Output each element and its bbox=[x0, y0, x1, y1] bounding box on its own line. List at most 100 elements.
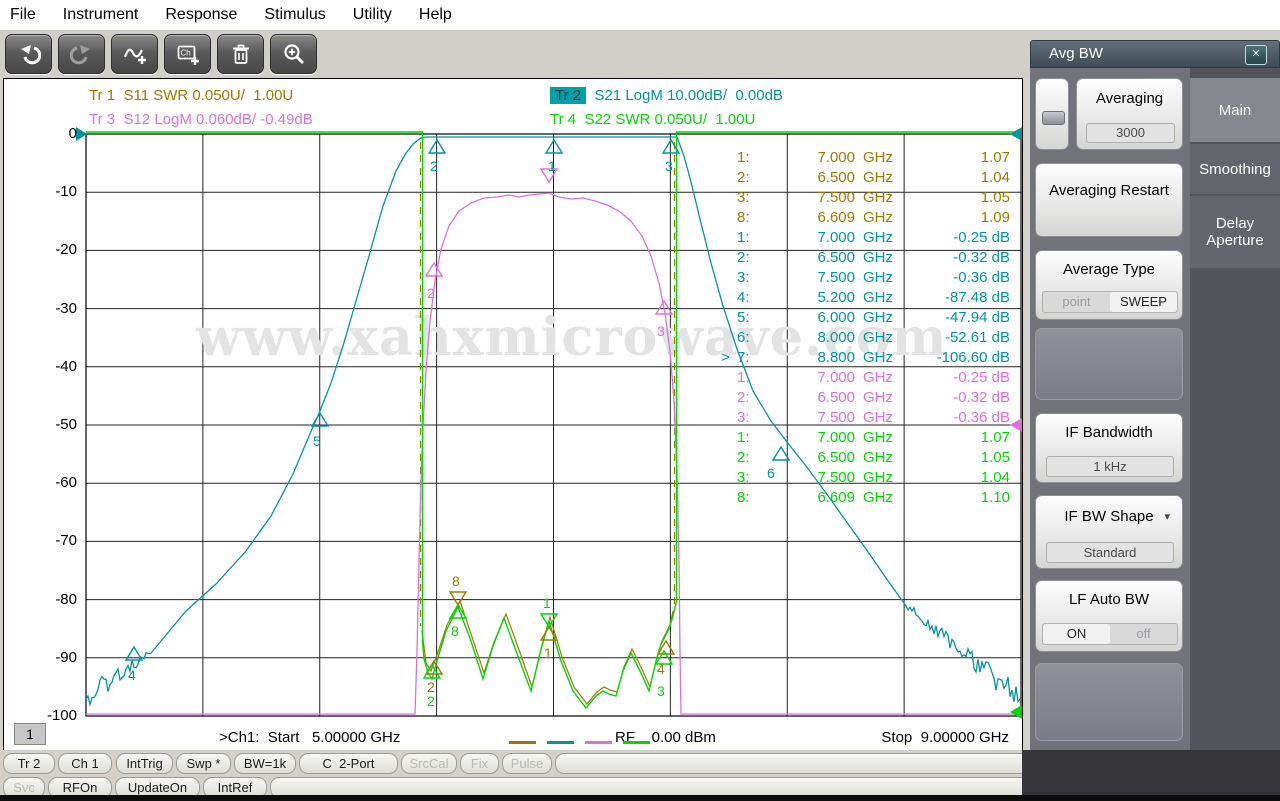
rf-power-label: RF 0.00 dBm bbox=[615, 728, 716, 748]
marker-val: 1.04 bbox=[891, 168, 1010, 188]
marker-number-label: 6 bbox=[767, 463, 775, 483]
averaging-restart-button[interactable]: Averaging Restart bbox=[1035, 163, 1183, 237]
marker-number-label: 4 bbox=[128, 665, 136, 685]
averaging-toggle-button[interactable] bbox=[1035, 78, 1069, 150]
marker-freq: 6.609 bbox=[755, 208, 855, 228]
menu-help[interactable]: Help bbox=[419, 6, 452, 24]
y-axis-tick-label: -20 bbox=[31, 241, 77, 258]
marker-freq: 7.500 bbox=[755, 188, 855, 208]
softkey-tr-2[interactable]: Tr 2 bbox=[3, 753, 55, 774]
measurement-plot-area[interactable]: www.xahxmicrowave.com Tr 1 S11 SWR 0.050… bbox=[3, 78, 1023, 752]
tab-main[interactable]: Main bbox=[1190, 78, 1280, 142]
marker-triangle-2[interactable] bbox=[426, 263, 442, 276]
softkey-ch-1[interactable]: Ch 1 bbox=[58, 753, 112, 774]
marker-freq: 5.200 bbox=[755, 288, 855, 308]
marker-val: 1.07 bbox=[891, 148, 1010, 168]
tab-smoothing[interactable]: Smoothing bbox=[1190, 144, 1280, 194]
softkey-srccal[interactable]: SrcCal bbox=[401, 753, 457, 774]
marker-freq: 6.500 bbox=[755, 248, 855, 268]
average-type-button[interactable]: Average Type point SWEEP bbox=[1035, 250, 1183, 320]
lf-auto-bw-toggle[interactable]: ON off bbox=[1042, 623, 1178, 645]
marker-number-label: 2 bbox=[427, 691, 435, 711]
menu-response[interactable]: Response bbox=[165, 6, 237, 24]
redo-button[interactable] bbox=[58, 34, 105, 74]
trace-id-badge[interactable]: Tr 4 bbox=[550, 111, 576, 128]
menu-file[interactable]: File bbox=[10, 6, 36, 24]
averaging-button[interactable]: Averaging 3000 bbox=[1076, 78, 1183, 150]
marker-unit: GHz bbox=[863, 448, 893, 468]
marker-triangle-1[interactable] bbox=[546, 140, 562, 153]
marker-unit: GHz bbox=[863, 188, 893, 208]
menu-utility[interactable]: Utility bbox=[353, 6, 392, 24]
vna-application-window: { "menu": {"items": ["File", "Instrument… bbox=[0, 0, 1280, 801]
trace4-color-key bbox=[623, 741, 650, 744]
trace-title-4[interactable]: Tr 4 S22 SWR 0.050U/ 1.00U bbox=[550, 110, 755, 130]
marker-val: 1.10 bbox=[891, 488, 1010, 508]
undo-button[interactable] bbox=[5, 34, 52, 74]
marker-triangle-8[interactable] bbox=[450, 592, 466, 605]
if-bw-shape-field[interactable]: Standard bbox=[1046, 542, 1174, 563]
marker-val: -0.32 dB bbox=[891, 388, 1010, 408]
panel-header: Avg BW ✕ bbox=[1030, 40, 1280, 68]
if-bandwidth-field[interactable]: 1 kHz bbox=[1046, 456, 1174, 477]
zoom-button[interactable] bbox=[270, 34, 317, 74]
trace-title-2[interactable]: Tr 2 S21 LogM 10.00dB/ 0.00dB bbox=[550, 86, 783, 106]
disabled-slot-2 bbox=[1035, 663, 1183, 741]
y-axis-tick-label: -50 bbox=[31, 416, 77, 433]
marker-table-row: 3:7.500GHz1.05 bbox=[719, 188, 1019, 208]
if-bw-shape-button[interactable]: IF BW Shape ▾ Standard bbox=[1035, 495, 1183, 569]
delete-trace-icon bbox=[229, 42, 253, 66]
softkey-pulse[interactable]: Pulse bbox=[502, 753, 552, 774]
marker-table-row: 6:8.000GHz-52.61 dB bbox=[719, 328, 1019, 348]
marker-unit: GHz bbox=[863, 328, 893, 348]
if-bw-shape-label: IF BW Shape bbox=[1036, 508, 1182, 525]
lf-auto-bw-label: LF Auto BW bbox=[1036, 591, 1182, 608]
averaging-count-field[interactable]: 3000 bbox=[1086, 123, 1175, 143]
menu-stimulus[interactable]: Stimulus bbox=[264, 6, 325, 24]
add-trace-button[interactable] bbox=[111, 34, 158, 74]
marker-n: 2: bbox=[737, 248, 750, 268]
average-type-sweep-option[interactable]: SWEEP bbox=[1110, 292, 1177, 312]
marker-unit: GHz bbox=[863, 388, 893, 408]
add-channel-button[interactable]: Ch bbox=[164, 34, 211, 74]
softkey-c-2-port[interactable]: C 2-Port bbox=[299, 753, 398, 774]
marker-unit: GHz bbox=[863, 268, 893, 288]
bottom-strip bbox=[0, 795, 1280, 801]
softkey-swp-[interactable]: Swp * bbox=[176, 753, 231, 774]
reference-level-arrow[interactable] bbox=[1010, 705, 1022, 719]
reference-level-arrow[interactable] bbox=[76, 127, 87, 141]
marker-table-row: 2:6.500GHz-0.32 dB bbox=[719, 248, 1019, 268]
lf-auto-on-option[interactable]: ON bbox=[1043, 624, 1110, 644]
menu-instrument[interactable]: Instrument bbox=[63, 6, 139, 24]
marker-val: -87.48 dB bbox=[891, 288, 1010, 308]
average-type-point-option[interactable]: point bbox=[1043, 292, 1110, 312]
marker-number-label: 1 bbox=[544, 643, 552, 663]
average-type-toggle[interactable]: point SWEEP bbox=[1042, 291, 1178, 313]
marker-n: 4: bbox=[737, 288, 750, 308]
lf-auto-off-option[interactable]: off bbox=[1110, 624, 1177, 644]
trace-title-1[interactable]: Tr 1 S11 SWR 0.050U/ 1.00U bbox=[89, 86, 293, 106]
marker-triangle-2[interactable] bbox=[429, 140, 445, 153]
channel-tab[interactable]: 1 bbox=[14, 723, 46, 745]
tab-delay-aperture[interactable]: Delay Aperture bbox=[1190, 196, 1280, 268]
softkey-fix[interactable]: Fix bbox=[460, 753, 499, 774]
marker-freq: 6.500 bbox=[755, 388, 855, 408]
active-marker-indicator: > bbox=[721, 348, 730, 368]
marker-number-label: 1 bbox=[543, 593, 551, 613]
marker-table-row: 2:6.500GHz1.04 bbox=[719, 168, 1019, 188]
softkey-inttrig[interactable]: IntTrig bbox=[116, 753, 173, 774]
marker-val: -0.36 dB bbox=[891, 408, 1010, 428]
softkey-bw-1k[interactable]: BW=1k bbox=[234, 753, 296, 774]
marker-freq: 7.000 bbox=[755, 148, 855, 168]
delete-trace-button[interactable] bbox=[217, 34, 264, 74]
trace-title-3[interactable]: Tr 3 S12 LogM 0.060dB/ -0.49dB bbox=[89, 110, 313, 130]
average-type-label: Average Type bbox=[1036, 261, 1182, 278]
trace-id-badge[interactable]: Tr 2 bbox=[550, 87, 586, 104]
marker-val: 1.05 bbox=[891, 448, 1010, 468]
trace-id-badge[interactable]: Tr 3 bbox=[89, 111, 115, 128]
close-icon[interactable]: ✕ bbox=[1245, 45, 1267, 65]
if-bandwidth-button[interactable]: IF Bandwidth 1 kHz bbox=[1035, 413, 1183, 483]
reference-level-arrow[interactable] bbox=[1010, 127, 1022, 141]
lf-auto-bw-button[interactable]: LF Auto BW ON off bbox=[1035, 580, 1183, 652]
trace-id-badge[interactable]: Tr 1 bbox=[89, 87, 115, 104]
